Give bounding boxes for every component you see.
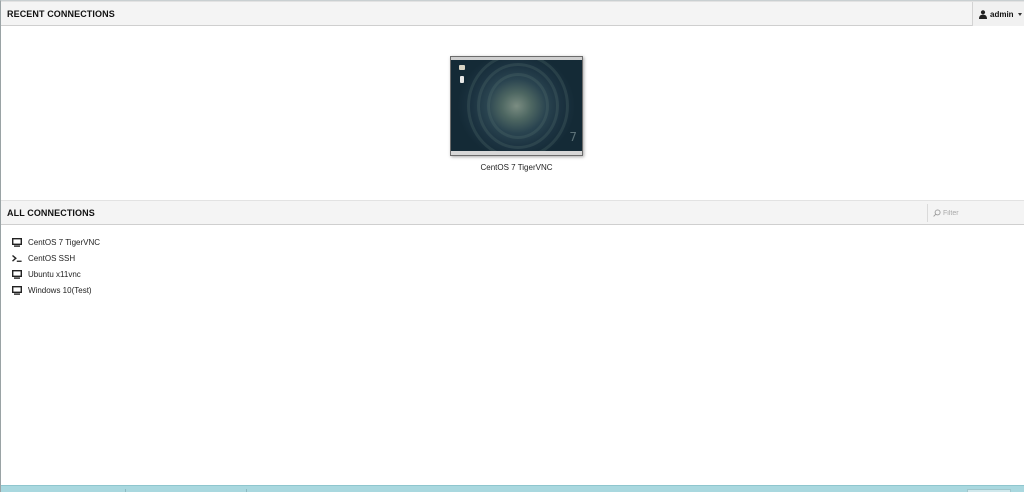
connection-thumbnail: 7 xyxy=(450,56,583,156)
connection-name: CentOS SSH xyxy=(28,254,76,263)
user-icon xyxy=(979,10,987,19)
filter-box[interactable] xyxy=(927,204,1024,222)
connection-name: Windows 10(Test) xyxy=(28,286,92,295)
app-window: RECENT CONNECTIONS admin 7 CentOS 7 Tige… xyxy=(0,0,1024,492)
terminal-icon xyxy=(12,254,22,262)
recent-connections-title: RECENT CONNECTIONS xyxy=(7,9,115,19)
connection-item[interactable]: Ubuntu x11vnc xyxy=(12,269,212,285)
desktop-icon xyxy=(12,286,22,295)
search-icon xyxy=(933,209,941,217)
recent-connection-name: CentOS 7 TigerVNC xyxy=(480,163,553,172)
filter-input[interactable] xyxy=(943,205,1021,221)
recent-connection-tile[interactable]: 7 CentOS 7 TigerVNC xyxy=(450,56,583,176)
chevron-down-icon xyxy=(1018,13,1022,16)
desktop-trash-icon xyxy=(460,76,464,83)
desktop-icon xyxy=(12,270,22,279)
connection-name: Ubuntu x11vnc xyxy=(28,270,81,279)
connection-item[interactable]: CentOS SSH xyxy=(12,253,212,269)
connection-item[interactable]: CentOS 7 TigerVNC xyxy=(12,237,212,253)
desktop-folder-icon xyxy=(459,65,465,70)
centos-version-mark: 7 xyxy=(569,130,577,144)
bottom-bar xyxy=(1,485,1024,492)
desktop-icon xyxy=(12,238,22,247)
all-connections-title: ALL CONNECTIONS xyxy=(7,208,95,218)
user-menu[interactable]: admin xyxy=(972,2,1024,26)
username-label: admin xyxy=(990,10,1014,19)
connection-item[interactable]: Windows 10(Test) xyxy=(12,285,212,301)
all-connections-header: ALL CONNECTIONS xyxy=(1,200,1024,225)
recent-connections-header: RECENT CONNECTIONS admin xyxy=(1,1,1024,26)
connection-list: CentOS 7 TigerVNC CentOS SSH Ubuntu x11v… xyxy=(12,237,212,301)
connection-name: CentOS 7 TigerVNC xyxy=(28,238,101,247)
